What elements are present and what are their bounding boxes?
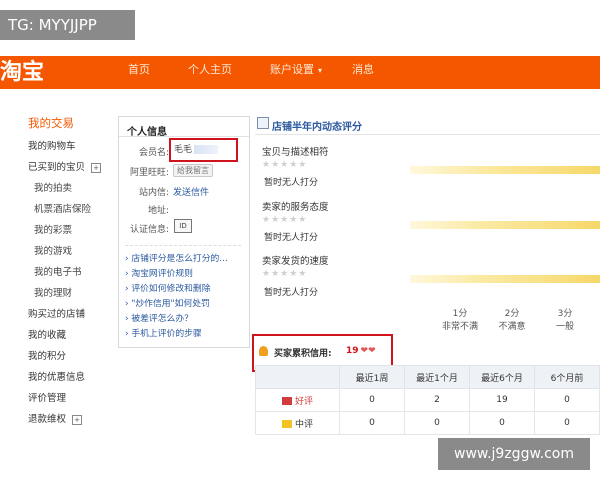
score-item-label: 卖家发货的速度 bbox=[262, 256, 329, 267]
score-bar bbox=[410, 221, 600, 229]
table-cell: 0 bbox=[534, 411, 600, 435]
cert-badge[interactable]: ID bbox=[174, 219, 192, 233]
table-header: 最近6个月 bbox=[468, 365, 536, 389]
taobao-logo[interactable]: 淘宝 bbox=[0, 56, 44, 89]
scale-score: 1分 bbox=[452, 309, 468, 319]
faq-link[interactable]: › 被差评怎么办？ bbox=[125, 311, 193, 324]
member-label: 会员名: bbox=[138, 148, 169, 158]
user-icon bbox=[259, 346, 268, 356]
score-note: 暂时无人打分 bbox=[264, 288, 319, 298]
sidebar-item-cart[interactable]: 我的购物车 bbox=[28, 138, 76, 152]
divider bbox=[125, 245, 241, 247]
send-letter-link[interactable]: 发送信件 bbox=[173, 185, 209, 198]
letter-label: 站内信: bbox=[138, 188, 169, 198]
rating-stars: ★★★★★ bbox=[262, 215, 308, 225]
sidebar-item-coupons[interactable]: 我的优惠信息 bbox=[28, 369, 85, 383]
sidebar-item-ebooks[interactable]: 我的电子书 bbox=[34, 264, 82, 278]
table-cell: 0 bbox=[404, 411, 470, 435]
watermark-badge: www.j9zggw.com bbox=[438, 438, 590, 470]
personal-info-panel: 个人信息 会员名: 毛毛 阿里旺旺: 给我留言 站内信: 发送信件 地址: 认证… bbox=[118, 116, 250, 348]
table-cell: 0 bbox=[534, 388, 600, 412]
member-name-highlight: 毛毛 bbox=[169, 138, 238, 162]
row-label: 中评 bbox=[254, 411, 341, 435]
nav-home[interactable]: 首页 bbox=[128, 56, 150, 89]
blurred-name bbox=[194, 145, 219, 154]
faq-link[interactable]: › 店铺评分是怎么打分的... bbox=[125, 251, 228, 264]
sidebar-item-games[interactable]: 我的游戏 bbox=[34, 243, 72, 257]
chevron-down-icon: ▾ bbox=[318, 66, 323, 75]
nav-account-settings-label: 账户设置 bbox=[270, 63, 314, 76]
table-cell: 0 bbox=[339, 411, 405, 435]
scale-score: 3分 bbox=[557, 309, 573, 319]
scale-desc: 不满意 bbox=[498, 322, 526, 332]
review-stats-table: 最近1周 最近1个月 最近6个月 6个月前 好评 0 2 19 0 中评 0 0… bbox=[254, 365, 600, 435]
score-bar bbox=[410, 275, 600, 283]
sidebar-item-bought-label: 已买到的宝贝 bbox=[28, 162, 86, 173]
sidebar-item-points[interactable]: 我的积分 bbox=[28, 348, 66, 362]
sidebar-item-finance[interactable]: 我的理财 bbox=[34, 285, 72, 299]
good-review-icon bbox=[282, 397, 293, 405]
table-row: 中评 0 0 0 0 bbox=[254, 411, 600, 435]
score-item-label: 卖家的服务态度 bbox=[262, 202, 329, 213]
telegram-badge: TG: MYYJJPP bbox=[0, 10, 135, 40]
table-cell: 0 bbox=[339, 388, 405, 412]
score-note: 暂时无人打分 bbox=[264, 233, 319, 243]
scale-desc: 非常不满 bbox=[441, 322, 478, 332]
expand-icon[interactable]: + bbox=[91, 162, 102, 173]
sidebar-item-travel[interactable]: 机票酒店保险 bbox=[34, 201, 91, 215]
sidebar-item-lottery[interactable]: 我的彩票 bbox=[34, 222, 72, 236]
score-note: 暂时无人打分 bbox=[264, 178, 319, 188]
table-header: 最近1个月 bbox=[404, 365, 470, 389]
sidebar-item-bought[interactable]: 已买到的宝贝 + bbox=[28, 159, 102, 173]
credit-label: 买家累积信用: bbox=[274, 349, 332, 359]
row-label: 好评 bbox=[254, 388, 341, 412]
table-cell: 0 bbox=[468, 411, 536, 435]
nav-messages[interactable]: 消息 bbox=[352, 56, 374, 89]
sidebar-header[interactable]: 我的交易 bbox=[28, 115, 74, 131]
wangwang-label: 阿里旺旺: bbox=[129, 168, 169, 178]
address-label: 地址: bbox=[147, 206, 169, 216]
table-row: 好评 0 2 19 0 bbox=[254, 388, 600, 412]
table-cell: 19 bbox=[468, 388, 536, 412]
sidebar-item-favorites[interactable]: 我的收藏 bbox=[28, 327, 66, 341]
table-header: 6个月前 bbox=[534, 365, 600, 389]
faq-link[interactable]: › 评价如何修改和删除 bbox=[125, 281, 211, 294]
faq-link[interactable]: › "炒作信用"如何处罚 bbox=[125, 296, 210, 309]
calendar-icon bbox=[257, 117, 269, 129]
table-header bbox=[254, 365, 341, 389]
credit-value[interactable]: 19 ❤❤ bbox=[346, 346, 376, 356]
score-item-label: 宝贝与描述相符 bbox=[262, 147, 329, 158]
rating-stars: ★★★★★ bbox=[262, 160, 308, 170]
sidebar-item-shops[interactable]: 购买过的店铺 bbox=[28, 306, 85, 320]
sidebar-item-reviews[interactable]: 评价管理 bbox=[28, 390, 66, 404]
neutral-review-icon bbox=[282, 420, 293, 428]
leave-message-button[interactable]: 给我留言 bbox=[173, 164, 213, 177]
faq-link[interactable]: › 淘宝网评价规则 bbox=[125, 266, 193, 279]
sidebar-item-auction[interactable]: 我的拍卖 bbox=[34, 180, 72, 194]
rating-stars: ★★★★★ bbox=[262, 269, 308, 279]
id-card-icon: ID bbox=[174, 219, 192, 233]
nav-personal-page[interactable]: 个人主页 bbox=[188, 56, 232, 89]
sidebar-item-refunds[interactable]: 退款维权 + bbox=[28, 411, 83, 425]
sidebar-item-refunds-label: 退款维权 bbox=[28, 414, 67, 425]
nav-account-settings[interactable]: 账户设置 ▾ bbox=[270, 56, 322, 89]
table-cell: 2 bbox=[404, 388, 470, 412]
wangwang-button[interactable]: 给我留言 bbox=[173, 164, 213, 177]
cert-label: 认证信息: bbox=[129, 225, 169, 235]
divider bbox=[119, 136, 249, 137]
faq-link[interactable]: › 手机上评价的步骤 bbox=[125, 326, 202, 339]
table-header: 最近1周 bbox=[339, 365, 405, 389]
score-bar bbox=[410, 166, 600, 174]
table-header-row: 最近1周 最近1个月 最近6个月 6个月前 bbox=[254, 365, 600, 389]
credit-score: 19 bbox=[346, 346, 359, 356]
member-name: 毛毛 bbox=[174, 145, 193, 155]
scale-desc: 一般 bbox=[555, 322, 574, 332]
expand-icon[interactable]: + bbox=[72, 414, 83, 425]
divider bbox=[255, 134, 600, 135]
dynamic-score-title: 店铺半年内动态评分 bbox=[272, 122, 362, 133]
heart-icon: ❤❤ bbox=[360, 346, 376, 356]
scale-score: 2分 bbox=[504, 309, 520, 319]
